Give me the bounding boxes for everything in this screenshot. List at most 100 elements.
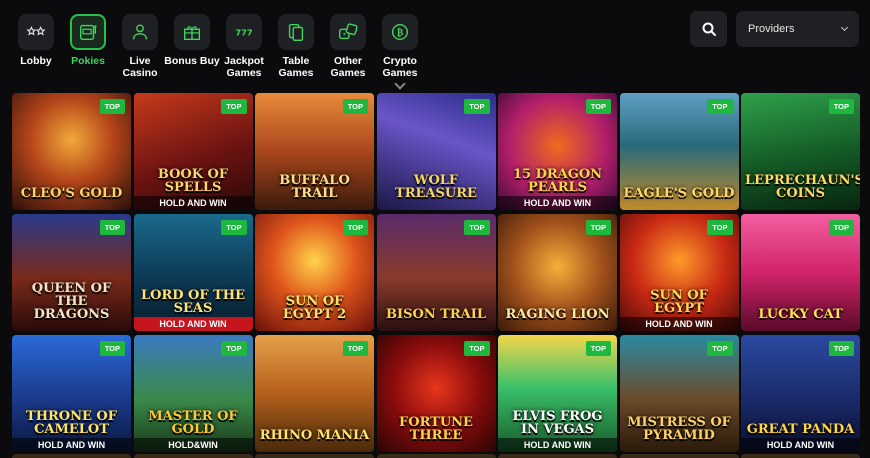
category-tab-live-casino[interactable]: Live Casino — [112, 14, 168, 79]
game-title: QUEEN OF THE DRAGONS — [31, 281, 112, 322]
top-badge: TOP — [707, 341, 733, 356]
top-badge: TOP — [342, 99, 368, 114]
top-badge: TOP — [342, 220, 368, 235]
game-subtitle-band: HOLD AND WIN — [741, 438, 860, 452]
category-label: Other Games — [330, 55, 366, 79]
top-badge: TOP — [99, 341, 125, 356]
game-title: BOOK OF SPELLS — [157, 167, 229, 195]
chevron-down-icon[interactable] — [394, 78, 406, 90]
top-badge: TOP — [585, 99, 611, 114]
game-tile-eagle-s-gold[interactable]: EAGLE'S GOLD TOP — [619, 93, 739, 210]
game-subtitle-band: HOLD AND WIN — [133, 317, 253, 331]
top-badge: TOP — [221, 99, 247, 114]
triple-seven-icon: 777 — [226, 14, 262, 50]
game-tile-rhino-mania[interactable]: RHINO MANIA TOP — [255, 335, 374, 452]
providers-label: Providers — [748, 23, 795, 35]
category-tab-other-games[interactable]: Other Games — [320, 14, 376, 79]
search-button[interactable] — [690, 11, 727, 47]
game-title: SUN OF EGYPT 2 — [282, 294, 347, 322]
svg-text:777: 777 — [235, 28, 252, 38]
top-badge: TOP — [707, 220, 733, 235]
game-subtitle-band: HOLD&WIN — [133, 438, 253, 452]
top-badge: TOP — [828, 341, 854, 356]
game-subtitle-band: HOLD AND WIN — [498, 438, 617, 452]
game-tile-great-panda[interactable]: GREAT PANDA HOLD AND WIN TOP — [741, 335, 860, 452]
svg-text:₿: ₿ — [397, 28, 403, 39]
game-title: LORD OF THE SEAS — [140, 288, 245, 316]
top-badge: TOP — [828, 99, 854, 114]
category-label: Jackpot Games — [224, 55, 264, 79]
game-tile-raging-lion[interactable]: RAGING LION TOP — [498, 214, 617, 331]
top-badge: TOP — [99, 220, 125, 235]
stars-icon — [18, 14, 54, 50]
dice-icon — [330, 14, 366, 50]
game-title: EAGLE'S GOLD — [623, 186, 735, 201]
games-grid: CLEO'S GOLD TOP BOOK OF SPELLS HOLD AND WIN… — [12, 93, 862, 452]
category-tab-jackpot-games[interactable]: 777 Jackpot Games — [216, 14, 272, 79]
top-badge: TOP — [585, 220, 611, 235]
bitcoin-icon: ₿ — [382, 14, 418, 50]
category-tab-bonus-buy[interactable]: Bonus Buy — [164, 14, 220, 67]
game-tile-throne-of-camelot[interactable]: THRONE OF CAMELOT HOLD AND WIN TOP — [12, 335, 131, 452]
game-title: FORTUNE THREE — [399, 415, 473, 443]
game-tile-fortune-three[interactable]: FORTUNE THREE TOP — [376, 335, 496, 452]
game-tile-book-of-spells[interactable]: BOOK OF SPELLS HOLD AND WIN TOP — [133, 93, 253, 210]
category-label: Table Games — [278, 55, 314, 79]
top-badge: TOP — [464, 341, 490, 356]
game-title: CLEO'S GOLD — [20, 186, 123, 201]
category-label: Bonus Buy — [164, 55, 220, 67]
category-tab-lobby[interactable]: Lobby — [8, 14, 64, 67]
game-title: MISTRESS OF PYRAMID — [627, 415, 731, 443]
top-badge: TOP — [585, 341, 611, 356]
game-subtitle-band: HOLD AND WIN — [619, 317, 739, 331]
game-tile-mistress-of-pyramid[interactable]: MISTRESS OF PYRAMID TOP — [619, 335, 739, 452]
top-badge: TOP — [342, 341, 368, 356]
top-badge: TOP — [707, 99, 733, 114]
game-title: GREAT PANDA — [746, 422, 855, 437]
category-tab-table-games[interactable]: Table Games — [268, 14, 324, 79]
game-subtitle-band: HOLD AND WIN — [498, 196, 617, 210]
top-badge: TOP — [99, 99, 125, 114]
chevron-down-icon — [840, 23, 849, 32]
slot-machine-icon — [70, 14, 106, 50]
game-tile-master-of-gold[interactable]: MASTER OF GOLD HOLD&WIN TOP — [133, 335, 253, 452]
game-title: BISON TRAIL — [386, 307, 486, 322]
game-tile-sun-of-egypt[interactable]: SUN OF EGYPT HOLD AND WIN TOP — [619, 214, 739, 331]
game-title: RHINO MANIA — [259, 428, 370, 443]
top-badge: TOP — [221, 220, 247, 235]
game-title: LEPRECHAUN'S COINS — [745, 173, 860, 201]
game-title: LUCKY CAT — [758, 307, 843, 322]
category-label: Live Casino — [122, 55, 158, 79]
game-tile-lord-of-the-seas[interactable]: LORD OF THE SEAS HOLD AND WIN TOP — [133, 214, 253, 331]
game-title: BUFFALO TRAIL — [279, 173, 350, 201]
game-tile-15-dragon-pearls[interactable]: 15 DRAGON PEARLS HOLD AND WIN TOP — [498, 93, 617, 210]
category-tab-crypto-games[interactable]: ₿ Crypto Games — [372, 14, 428, 79]
top-badge: TOP — [828, 220, 854, 235]
next-row-peek — [12, 454, 862, 458]
cards-icon — [278, 14, 314, 50]
search-icon — [702, 22, 716, 36]
game-tile-buffalo-trail[interactable]: BUFFALO TRAIL TOP — [255, 93, 374, 210]
game-tile-leprechaun-s-coins[interactable]: LEPRECHAUN'S COINS TOP — [741, 93, 860, 210]
game-tile-wolf-treasure[interactable]: WOLF TREASURE TOP — [376, 93, 496, 210]
category-label: Pokies — [71, 55, 105, 67]
game-tile-lucky-cat[interactable]: LUCKY CAT TOP — [741, 214, 860, 331]
dealer-icon — [122, 14, 158, 50]
game-title: MASTER OF GOLD — [148, 409, 238, 437]
game-title: SUN OF EGYPT — [650, 288, 708, 316]
game-tile-bison-trail[interactable]: BISON TRAIL TOP — [376, 214, 496, 331]
gift-icon — [174, 14, 210, 50]
game-tile-elvis-frog-in-vegas[interactable]: ELVIS FROG IN VEGAS HOLD AND WIN TOP — [498, 335, 617, 452]
game-tile-sun-of-egypt-2[interactable]: SUN OF EGYPT 2 TOP — [255, 214, 374, 331]
category-label: Crypto Games — [382, 55, 418, 79]
category-tab-pokies[interactable]: Pokies — [60, 14, 116, 67]
game-tile-queen-of-the-dragons[interactable]: QUEEN OF THE DRAGONS TOP — [12, 214, 131, 331]
top-navigation: Lobby Pokies Live Casino Bonus Buy 777 Jackpo… — [0, 0, 870, 92]
game-tile-cleo-s-gold[interactable]: CLEO'S GOLD TOP — [12, 93, 131, 210]
providers-dropdown[interactable]: Providers — [736, 11, 859, 47]
game-title: THRONE OF CAMELOT — [26, 409, 117, 437]
game-title: 15 DRAGON PEARLS — [512, 167, 603, 195]
game-title: ELVIS FROG IN VEGAS — [512, 409, 603, 437]
top-badge: TOP — [464, 220, 490, 235]
game-subtitle-band: HOLD AND WIN — [133, 196, 253, 210]
